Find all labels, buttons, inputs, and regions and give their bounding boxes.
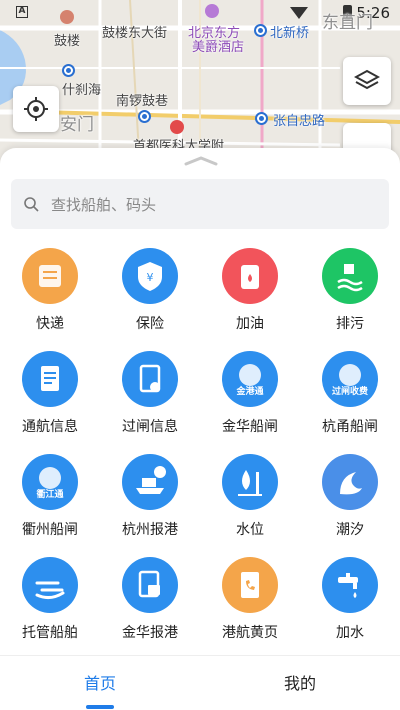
map-label-gulou: 鼓楼 [54, 34, 81, 49]
active-tab-indicator [86, 705, 114, 709]
service-label: 过闸信息 [122, 419, 178, 435]
sewage-icon [322, 248, 378, 304]
water-supply-icon [322, 557, 378, 613]
map-view[interactable]: A 5:26 鼓楼 鼓楼东大街 北京东方 美爵酒店 北新桥 东直门 什刹海 南锣… [0, 0, 400, 170]
tab-mine-label: 我的 [283, 674, 316, 693]
service-label: 保险 [136, 316, 164, 332]
map-label-beixinqiao: 北新桥 [270, 26, 310, 41]
search-placeholder: 查找船舶、码头 [51, 195, 157, 214]
service-item[interactable]: 快递 [0, 248, 100, 348]
jinhua-port-icon [122, 557, 178, 613]
layers-icon [354, 69, 380, 90]
tide-icon [322, 454, 378, 510]
drag-handle-icon[interactable] [184, 156, 218, 166]
navigation-info-icon [22, 351, 78, 407]
service-item[interactable]: 排污 [300, 248, 400, 348]
service-label: 排污 [336, 316, 364, 332]
locate-button[interactable] [13, 86, 59, 132]
map-label-meijue: 美爵酒店 [192, 40, 245, 55]
tab-home[interactable]: 首页 [0, 656, 200, 710]
map-label-anmen: 安门 [60, 115, 94, 135]
service-label: 衢州船闸 [22, 522, 78, 538]
service-item[interactable]: 港航黄页 [200, 557, 300, 657]
map-label-nanluoguxiang: 南锣鼓巷 [116, 94, 169, 109]
search-bar[interactable]: 查找船舶、码头 [11, 179, 389, 229]
lock-info-icon [122, 351, 178, 407]
service-item[interactable]: 潮汐 [300, 454, 400, 554]
service-label: 港航黄页 [222, 625, 278, 641]
service-label: 金华报港 [122, 625, 178, 641]
service-item[interactable]: 水位 [200, 454, 300, 554]
poi-hospital-icon[interactable] [170, 120, 184, 134]
service-label: 杭甬船闸 [322, 419, 378, 435]
service-item[interactable]: ¥ 保险 [100, 248, 200, 348]
jinhua-lock-icon: 金港通 [222, 351, 278, 407]
service-label: 加油 [236, 316, 264, 332]
service-label: 金华船闸 [222, 419, 278, 435]
service-item[interactable]: 过闸收费 杭甬船闸 [300, 351, 400, 451]
metro-nanluoguxiang-icon[interactable] [138, 110, 151, 123]
service-item[interactable]: 加水 [300, 557, 400, 657]
service-label: 通航信息 [22, 419, 78, 435]
express-icon [22, 248, 78, 304]
notification-icon: A [16, 6, 28, 18]
map-label-shichahai: 什刹海 [62, 83, 102, 98]
fuel-icon [222, 248, 278, 304]
service-label: 潮汐 [336, 522, 364, 538]
map-label-zhangzizhong: 张自忠路 [273, 114, 326, 129]
map-layers-button[interactable] [343, 57, 391, 105]
hangyong-lock-icon: 过闸收费 [322, 351, 378, 407]
service-item[interactable]: 衢江通 衢州船闸 [0, 454, 100, 554]
map-label-gulou-east: 鼓楼东大街 [102, 26, 168, 41]
service-item[interactable]: 通航信息 [0, 351, 100, 451]
insurance-icon: ¥ [122, 248, 178, 304]
search-icon [24, 197, 39, 212]
bottom-tab-bar: 首页 我的 [0, 655, 400, 710]
metro-beixinqiao-icon[interactable] [254, 24, 267, 37]
poi-gulou-icon[interactable] [60, 10, 74, 24]
service-item[interactable]: 加油 [200, 248, 300, 348]
service-item[interactable]: 金港通 金华船闸 [200, 351, 300, 451]
water-level-icon [222, 454, 278, 510]
service-label: 水位 [236, 522, 264, 538]
service-badge: 金港通 [236, 387, 264, 397]
service-label: 快递 [36, 316, 64, 332]
locate-icon [24, 97, 48, 121]
svg-text:¥: ¥ [147, 271, 154, 284]
poi-hotel-icon[interactable] [205, 4, 219, 18]
yellow-pages-icon [222, 557, 278, 613]
service-badge: 过闸收费 [331, 387, 368, 397]
tab-home-label: 首页 [83, 674, 116, 693]
services-sheet: 查找船舶、码头 快递 ¥ 保险 加油 排污 通航信息 过闸信息 金港通 金华船闸 过闸收费 杭甬船闸… [0, 148, 400, 656]
metro-zhangzizhong-icon[interactable] [255, 112, 268, 125]
service-item[interactable]: 杭州报港 [100, 454, 200, 554]
service-label: 托管船舶 [22, 625, 78, 641]
service-item[interactable]: 金华报港 [100, 557, 200, 657]
service-item[interactable]: 托管船舶 [0, 557, 100, 657]
service-item[interactable]: 过闸信息 [100, 351, 200, 451]
wifi-icon [290, 7, 308, 19]
service-label: 加水 [336, 625, 364, 641]
service-label: 杭州报港 [122, 522, 178, 538]
hangzhou-port-icon [122, 454, 178, 510]
tab-mine[interactable]: 我的 [200, 656, 400, 710]
quzhou-lock-icon: 衢江通 [22, 454, 78, 510]
map-label-dongzhimen: 东直门 [322, 13, 373, 33]
metro-shichahai-icon[interactable] [62, 64, 75, 77]
managed-ship-icon [22, 557, 78, 613]
service-badge: 衢江通 [36, 490, 64, 500]
